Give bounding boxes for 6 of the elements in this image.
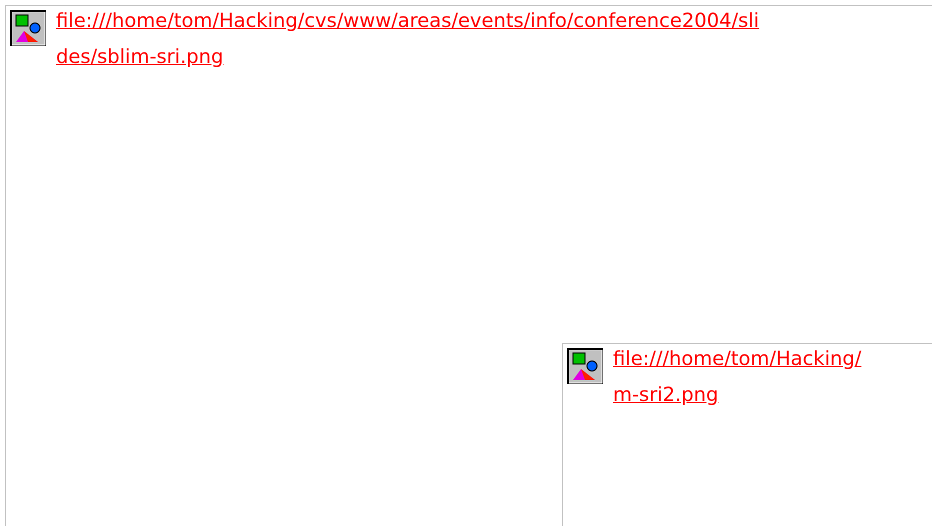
image-link[interactable]: des/sblim-sri.png <box>56 39 224 75</box>
image-link[interactable]: file:///home/tom/Hacking/ <box>613 341 862 377</box>
image-link[interactable]: m-sri2.png <box>613 377 718 413</box>
broken-image-icon <box>10 10 46 46</box>
broken-image-icon <box>567 348 603 384</box>
image-link[interactable]: file:///home/tom/Hacking/cvs/www/areas/events/info/conference2004/sli <box>56 3 760 39</box>
